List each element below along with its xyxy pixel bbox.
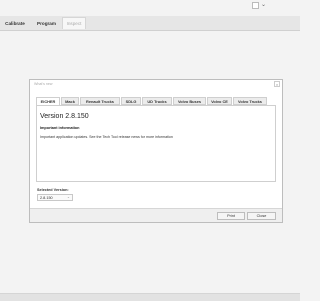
tab-inspect[interactable]: Inspect: [62, 17, 86, 29]
window-controls: ⌄: [251, 0, 266, 10]
tab-volvo-ce[interactable]: Volvo CE: [207, 97, 232, 105]
info-heading: Important information: [40, 126, 80, 130]
version-title: Version 2.8.150: [40, 113, 89, 120]
release-notes-panel: Version 2.8.150 Important information Im…: [36, 105, 276, 182]
version-select-value: 2.8.150: [40, 196, 53, 200]
close-icon[interactable]: ×: [274, 81, 280, 87]
chevron-down-icon: ⌄: [66, 195, 70, 199]
dialog-footer: Print Close: [30, 208, 282, 222]
tab-program[interactable]: Program: [32, 17, 61, 29]
print-button[interactable]: Print: [217, 212, 245, 220]
dialog-title: What's new: [34, 82, 53, 86]
tab-mack[interactable]: Mack: [61, 97, 79, 105]
whats-new-dialog: What's new × EICHER Mack Renault Trucks …: [29, 79, 283, 223]
chevron-down-icon[interactable]: ⌄: [261, 2, 266, 9]
tab-volvo-trucks[interactable]: Volvo Trucks: [233, 97, 267, 105]
tab-sdlg[interactable]: SDLG: [121, 97, 141, 105]
brand-tabs: EICHER Mack Renault Trucks SDLG UD Truck…: [36, 97, 276, 106]
tab-calibrate[interactable]: Calibrate: [0, 17, 30, 29]
tab-ud-trucks[interactable]: UD Trucks: [142, 97, 172, 105]
info-text: Important application updates. See the T…: [40, 135, 173, 139]
version-select[interactable]: 2.8.150 ⌄: [37, 194, 73, 201]
window-button-icon[interactable]: [251, 1, 259, 9]
selected-version-label: Selected Version:: [37, 188, 69, 192]
tab-volvo-buses[interactable]: Volvo Buses: [173, 97, 206, 105]
close-button[interactable]: Close: [247, 212, 276, 220]
main-toolbar: Calibrate Program Inspect: [0, 16, 300, 31]
tab-renault-trucks[interactable]: Renault Trucks: [80, 97, 120, 105]
